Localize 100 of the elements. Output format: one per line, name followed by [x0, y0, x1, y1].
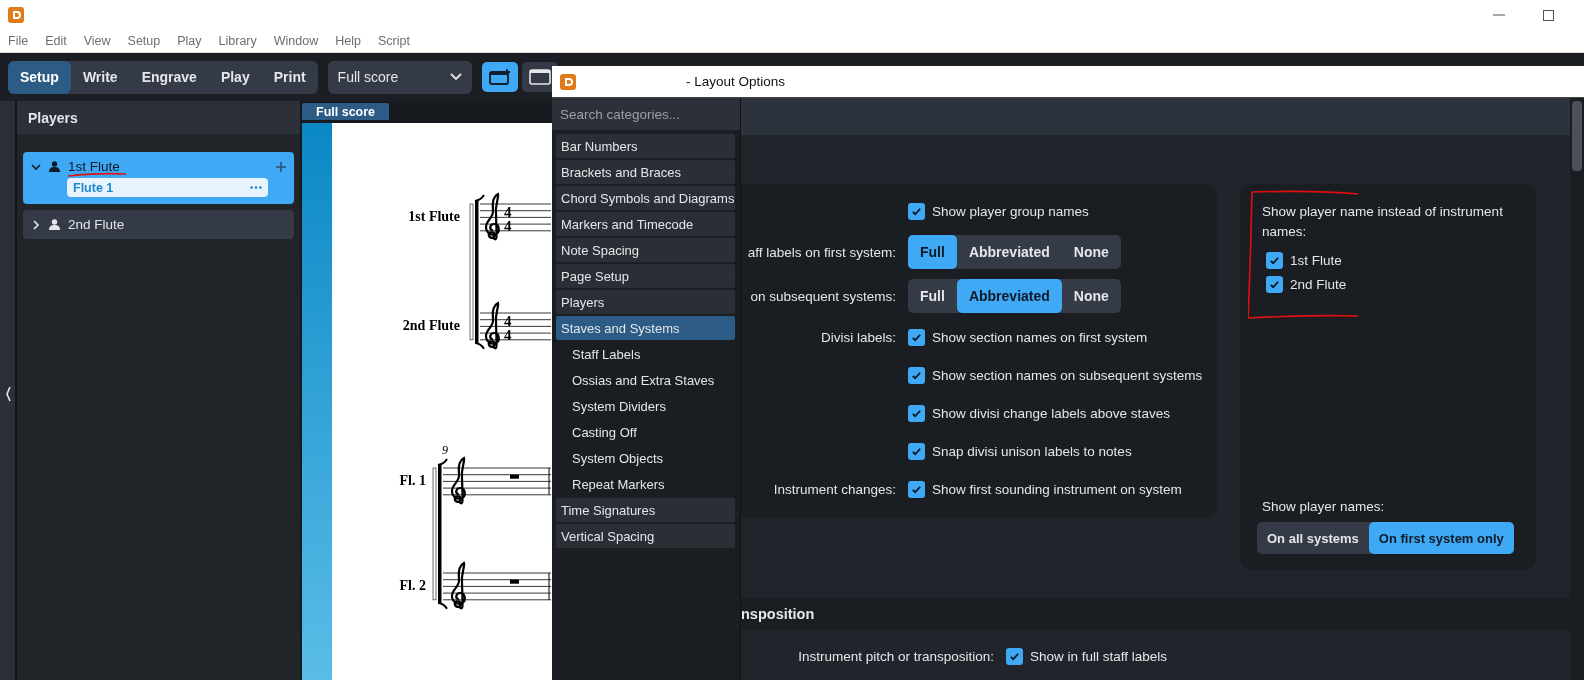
- category-item[interactable]: Chord Symbols and Diagrams: [556, 186, 735, 210]
- category-item[interactable]: Bar Numbers: [556, 134, 735, 158]
- menu-item[interactable]: View: [83, 34, 111, 48]
- menu-item[interactable]: Edit: [45, 34, 67, 48]
- maximize-icon[interactable]: [1543, 9, 1554, 21]
- category-item[interactable]: Markers and Timecode: [556, 212, 735, 236]
- whole-rest: [510, 474, 519, 479]
- staff-label: Fl. 1: [399, 473, 426, 488]
- person-icon: [49, 219, 60, 230]
- check-icon: [911, 483, 922, 495]
- menu-item[interactable]: Library: [218, 34, 257, 48]
- option-label: Show player names:: [1262, 499, 1386, 514]
- menu-item[interactable]: Script: [378, 34, 410, 48]
- player-card[interactable]: 2nd Flute: [23, 210, 294, 239]
- checkbox-label: Snap divisi unison labels to notes: [932, 443, 1132, 459]
- checkbox[interactable]: [1006, 648, 1023, 665]
- search-field[interactable]: Search categories...: [552, 98, 740, 130]
- check-icon: [911, 407, 922, 419]
- bar-number: 9: [442, 443, 448, 457]
- category-item[interactable]: Staff Labels: [556, 342, 735, 366]
- checkbox-label: Show divisi change labels above staves: [932, 405, 1170, 421]
- category-item[interactable]: System Objects: [556, 446, 735, 470]
- checkbox[interactable]: [908, 404, 925, 422]
- category-item[interactable]: System Dividers: [556, 394, 735, 418]
- mode-tab[interactable]: Setup: [8, 60, 71, 94]
- segment-button[interactable]: Full: [908, 235, 957, 269]
- barline: [548, 572, 550, 601]
- mode-tab[interactable]: Write: [70, 60, 130, 94]
- app-logo-icon: [560, 73, 576, 90]
- more-icon[interactable]: [250, 186, 262, 189]
- checkbox[interactable]: [1266, 252, 1283, 269]
- window-add-icon: [488, 69, 511, 85]
- add-icon[interactable]: [276, 161, 286, 172]
- staff-label: Fl. 2: [399, 578, 426, 593]
- category-item[interactable]: Repeat Markers: [556, 472, 735, 496]
- treble-clef-icon: [450, 561, 466, 610]
- segment-button[interactable]: None: [1061, 279, 1121, 313]
- checkbox[interactable]: [908, 202, 925, 220]
- check-icon: [1009, 651, 1020, 662]
- segment-button[interactable]: Full: [908, 279, 957, 313]
- segment-button[interactable]: None: [1061, 235, 1121, 269]
- check-icon: [1269, 279, 1280, 290]
- checkbox-label: Show section names on subsequent systems: [932, 367, 1203, 383]
- check-icon: [911, 331, 922, 343]
- category-item[interactable]: Note Spacing: [556, 238, 735, 262]
- checkbox-label: Show player group names: [932, 203, 1089, 219]
- option-label: Divisi labels:: [819, 329, 897, 345]
- window-icon: [528, 69, 551, 85]
- segment-button[interactable]: Abbreviated: [956, 279, 1062, 313]
- score-tab[interactable]: Full score: [302, 103, 390, 120]
- staff-label: 2nd Flute: [402, 318, 460, 333]
- segment-button[interactable]: On all systems: [1257, 522, 1369, 554]
- menu-item[interactable]: Help: [335, 34, 361, 48]
- category-item[interactable]: Time Signatures: [556, 498, 735, 522]
- menu-item[interactable]: Play: [177, 34, 202, 48]
- galley-view-button[interactable]: [481, 62, 518, 92]
- page-view-button[interactable]: [521, 62, 558, 92]
- checkbox[interactable]: [908, 442, 925, 460]
- chevron-right-icon[interactable]: [31, 219, 41, 230]
- mode-tab[interactable]: Print: [261, 60, 318, 94]
- segment-button[interactable]: Abbreviated: [956, 235, 1062, 269]
- menu-item[interactable]: Window: [273, 34, 319, 48]
- category-item[interactable]: Casting Off: [556, 420, 735, 444]
- panel-title: Players: [17, 101, 300, 134]
- checkbox[interactable]: [908, 328, 925, 346]
- layout-dropdown[interactable]: Full score: [327, 60, 472, 94]
- staff-label: 1st Flute: [408, 209, 460, 224]
- category-item[interactable]: Page Setup: [556, 264, 735, 288]
- instrument-pill[interactable]: Flute 1: [67, 178, 268, 197]
- treble-clef-icon: [450, 456, 466, 505]
- person-icon: [49, 161, 60, 172]
- option-label: Instrument pitch or transposition:: [797, 649, 995, 664]
- checkbox[interactable]: [1266, 276, 1283, 293]
- category-item[interactable]: Vertical Spacing: [556, 524, 735, 548]
- checkbox-label: Show in full staff labels: [1030, 649, 1168, 664]
- time-signature-numeral: 4: [504, 327, 512, 343]
- category-item[interactable]: Players: [556, 290, 735, 314]
- mode-tab[interactable]: Engrave: [129, 60, 209, 94]
- checkbox-label: 2nd Flute: [1290, 277, 1347, 292]
- dialog-title: - Layout Options: [686, 74, 786, 89]
- checkbox[interactable]: [908, 480, 925, 498]
- treble-clef-icon: [484, 192, 500, 241]
- collapse-icon[interactable]: [4, 385, 11, 402]
- category-item[interactable]: Brackets and Braces: [556, 160, 735, 184]
- scrollbar-thumb[interactable]: [1572, 101, 1582, 171]
- player-name: 1st Flute: [68, 159, 121, 174]
- check-icon: [911, 205, 922, 217]
- menu-item[interactable]: File: [8, 34, 29, 48]
- category-item[interactable]: Ossias and Extra Staves: [556, 368, 735, 392]
- check-icon: [1269, 255, 1280, 266]
- category-item[interactable]: Staves and Systems: [556, 316, 735, 340]
- whole-rest: [510, 579, 519, 584]
- player-name: 2nd Flute: [68, 217, 126, 232]
- menu-item[interactable]: Setup: [127, 34, 161, 48]
- player-card[interactable]: 1st Flute Flute 1: [23, 152, 294, 204]
- chevron-down-icon[interactable]: [31, 161, 41, 172]
- mode-tab[interactable]: Play: [208, 60, 262, 94]
- checkbox[interactable]: [908, 366, 925, 384]
- segment-button[interactable]: On first system only: [1368, 522, 1514, 554]
- option-label: aff labels on first system:: [746, 244, 897, 260]
